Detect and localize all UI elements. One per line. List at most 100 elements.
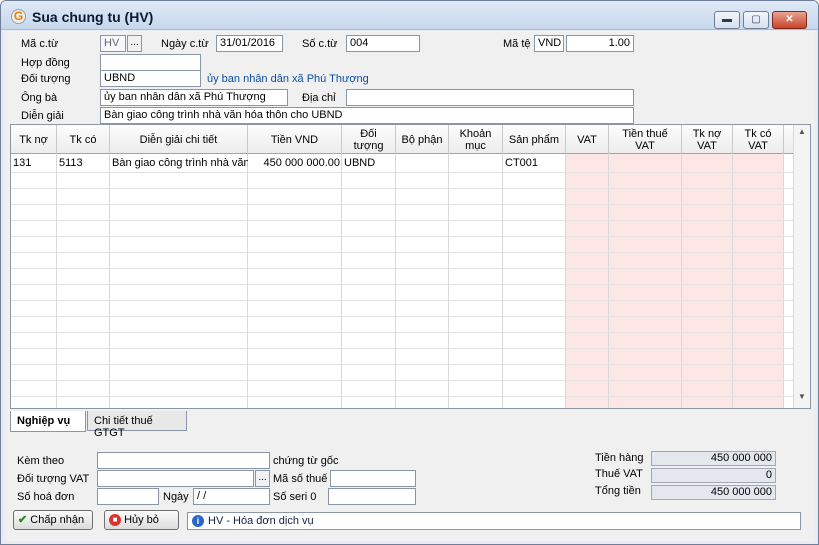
cell-tk-co[interactable]: 5113 <box>57 157 110 171</box>
ong-ba-label: Ông bà <box>21 92 58 104</box>
col-header-dien-giai[interactable]: Diễn giải chi tiết <box>110 125 248 154</box>
tab-chi-tiet-thue-gtgt[interactable]: Chi tiết thuế GTGT <box>87 411 187 439</box>
so-ctu-input[interactable]: 004 <box>346 35 420 52</box>
cell-san-pham[interactable]: CT001 <box>503 157 566 171</box>
chung-tu-goc-label: chứng từ gốc <box>273 455 339 467</box>
check-icon: ✔ <box>18 514 28 526</box>
ma-ctu-browse-button[interactable]: ... <box>127 35 142 52</box>
col-header-tk-co[interactable]: Tk có <box>57 125 110 154</box>
col-header-doi-tuong[interactable]: Đối tượng <box>342 125 396 154</box>
doi-tuong-vat-input[interactable] <box>97 470 254 487</box>
grid-column-tien-thue-vat <box>609 154 682 408</box>
doi-tuong-name: ủy ban nhân dân xã Phú Thượng <box>207 73 369 85</box>
grid-row-line <box>11 172 794 173</box>
grid-column-vat <box>566 154 609 408</box>
dia-chi-label: Địa chỉ <box>302 92 336 104</box>
ong-ba-input[interactable]: ủy ban nhân dân xã Phú Thượng <box>100 89 288 106</box>
tab-nghiep-vu[interactable]: Nghiệp vụ <box>10 411 86 432</box>
accept-label: Chấp nhận <box>30 514 85 526</box>
cell-tk-no[interactable]: 131 <box>11 157 57 171</box>
app-logo-icon: G <box>11 9 26 24</box>
dia-chi-input[interactable] <box>346 89 634 106</box>
doi-tuong-input[interactable]: UBND <box>100 70 201 87</box>
ma-te-input[interactable]: VND <box>534 35 564 52</box>
tien-hang-label: Tiền hàng <box>595 452 644 464</box>
grid-column <box>110 154 248 408</box>
status-text: HV - Hóa đơn dịch vụ <box>208 515 314 527</box>
grid-row-line <box>11 364 794 365</box>
title-bar: G Sua chung tu (HV) ▬ ▢ ✕ <box>1 1 818 30</box>
doi-tuong-vat-browse-button[interactable]: ... <box>255 470 270 487</box>
grid-row-line <box>11 316 794 317</box>
info-icon: i <box>192 515 204 527</box>
ma-te-label: Mã tệ <box>503 38 531 50</box>
col-header-tien-vnd[interactable]: Tiền VND <box>248 125 342 154</box>
thue-vat-value: 0 <box>651 468 776 483</box>
col-header-bo-phan[interactable]: Bộ phận <box>396 125 449 154</box>
dialog-body: Mã c.từ HV ... Ngày c.từ 31/01/2016 Số c… <box>5 31 815 541</box>
ngay-ctu-label: Ngày c.từ <box>161 38 209 50</box>
tong-tien-value: 450 000 000 <box>651 485 776 500</box>
grid-row-line <box>11 188 794 189</box>
ngay-label: Ngày <box>163 491 189 503</box>
col-header-tien-thue-vat[interactable]: Tiền thuế VAT <box>609 125 682 154</box>
grid-column-tk-co-vat <box>733 154 784 408</box>
grid-row-line <box>11 300 794 301</box>
grid-header: Tk nợ Tk có Diễn giải chi tiết Tiền VND … <box>11 125 794 154</box>
grid-column <box>396 154 449 408</box>
hop-dong-label: Hợp đồng <box>21 57 70 69</box>
so-seri-input[interactable] <box>328 488 416 505</box>
ngay-hoa-don-input[interactable]: / / <box>193 488 270 505</box>
grid-vertical-scrollbar[interactable]: ▲ ▼ <box>793 125 810 408</box>
tong-tien-label: Tổng tiền <box>595 485 641 497</box>
col-header-khoan-muc[interactable]: Khoản mục <box>449 125 503 154</box>
cell-dien-giai[interactable]: Bàn giao công trình nhà văn <box>110 157 248 171</box>
minimize-button[interactable]: ▬ <box>714 11 740 29</box>
dien-giai-label: Diễn giải <box>21 110 64 122</box>
dien-giai-input[interactable]: Bàn giao công trình nhà văn hóa thôn cho… <box>100 107 634 124</box>
col-header-tk-no-vat[interactable]: Tk nợ VAT <box>682 125 733 154</box>
grid-column <box>57 154 110 408</box>
ma-ctu-input[interactable]: HV <box>100 35 126 52</box>
cancel-button[interactable]: ■ Hủy bỏ <box>104 510 179 530</box>
ma-so-thue-input[interactable] <box>330 470 416 487</box>
grid-row-line <box>11 252 794 253</box>
dialog-window: G Sua chung tu (HV) ▬ ▢ ✕ Mã c.từ HV ...… <box>0 0 819 545</box>
accept-button[interactable]: ✔ Chấp nhận <box>13 510 93 530</box>
so-hoa-don-input[interactable] <box>97 488 159 505</box>
col-header-vat[interactable]: VAT <box>566 125 609 154</box>
cell-doi-tuong[interactable]: UBND <box>342 157 396 171</box>
kem-theo-label: Kèm theo <box>17 455 65 467</box>
close-button[interactable]: ✕ <box>772 11 807 29</box>
window-title: Sua chung tu (HV) <box>32 9 154 25</box>
cell-tien-vnd[interactable]: 450 000 000.00 <box>248 157 342 171</box>
thue-vat-label: Thuế VAT <box>595 468 643 480</box>
so-seri-label: Số seri 0 <box>273 491 317 503</box>
detail-grid: Tk nợ Tk có Diễn giải chi tiết Tiền VND … <box>10 124 811 409</box>
col-header-tk-co-vat[interactable]: Tk có VAT <box>733 125 784 154</box>
scroll-down-icon[interactable]: ▼ <box>794 392 810 407</box>
hop-dong-input[interactable] <box>100 54 201 71</box>
ty-gia-input[interactable]: 1.00 <box>566 35 634 52</box>
scroll-up-icon[interactable]: ▲ <box>794 127 810 142</box>
grid-row-line <box>11 204 794 205</box>
col-header-san-pham[interactable]: Sản phẩm <box>503 125 566 154</box>
status-bar: i HV - Hóa đơn dịch vụ <box>187 512 801 530</box>
grid-column <box>503 154 566 408</box>
doi-tuong-vat-label: Đối tượng VAT <box>17 473 90 485</box>
ma-ctu-label: Mã c.từ <box>21 38 59 50</box>
grid-row-line <box>11 268 794 269</box>
grid-row-line <box>11 380 794 381</box>
grid-row-line <box>11 348 794 349</box>
grid-column <box>342 154 396 408</box>
cancel-icon: ■ <box>109 514 121 527</box>
tien-hang-value: 450 000 000 <box>651 451 776 466</box>
col-header-tk-no[interactable]: Tk nợ <box>11 125 57 154</box>
ngay-ctu-input[interactable]: 31/01/2016 <box>216 35 283 52</box>
kem-theo-input[interactable] <box>97 452 270 469</box>
maximize-button[interactable]: ▢ <box>743 11 769 29</box>
grid-column <box>449 154 503 408</box>
ma-so-thue-label: Mã số thuế <box>273 473 328 485</box>
grid-row-line <box>11 236 794 237</box>
grid-column <box>11 154 57 408</box>
